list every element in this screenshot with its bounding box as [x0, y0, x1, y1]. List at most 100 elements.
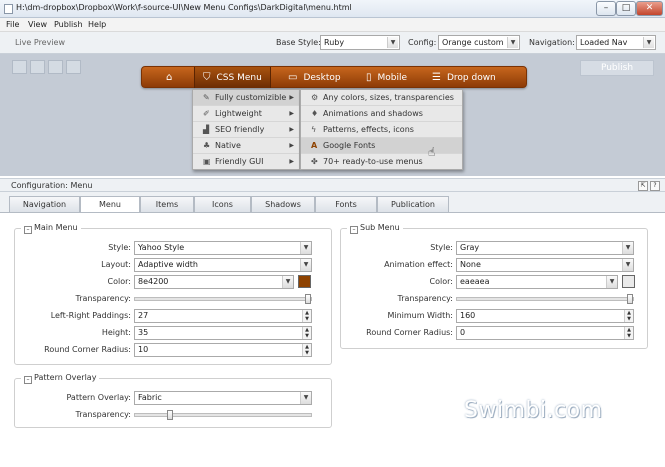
sub-color-label: Color: — [429, 277, 453, 286]
pattern-overlay-label: Pattern Overlay: — [66, 393, 131, 402]
config-header: Configuration: Menu ⇱ ? — [0, 178, 665, 192]
pattern-overlay-row: Pattern Overlay: — [15, 391, 131, 405]
config-select[interactable]: Orange custom ▼ — [438, 35, 520, 50]
swatch-button[interactable] — [48, 60, 63, 74]
swatch-button[interactable] — [66, 60, 81, 74]
pattern-transparency-slider[interactable] — [134, 410, 312, 420]
submenu-item[interactable]: ✐ Lightweight ▶ — [193, 106, 299, 122]
chevron-down-icon: ▼ — [622, 242, 633, 254]
minimize-button[interactable]: – — [596, 1, 616, 16]
submenu-item-label: Google Fonts — [323, 141, 376, 150]
stepper-icon[interactable]: ▲ ▼ — [624, 310, 633, 322]
maximize-button[interactable]: □ — [616, 1, 636, 16]
submenu-item[interactable]: ▟ SEO friendly ▶ — [193, 122, 299, 138]
main-transparency-row: Transparency: — [15, 292, 131, 306]
submenu-item[interactable]: ✎ Fully customizible ▶ — [193, 90, 299, 106]
main-transparency-slider[interactable] — [134, 294, 312, 304]
submenu-item[interactable]: ϟ Patterns, effects, icons — [301, 122, 462, 138]
main-menu-title: Main Menu — [34, 223, 78, 232]
sub-color-select[interactable]: eaeaea ▼ — [456, 275, 618, 289]
chevron-right-icon: ▶ — [289, 110, 294, 117]
menu-publish[interactable]: Publish — [54, 20, 83, 29]
menu-view[interactable]: View — [28, 20, 47, 29]
sub-radius-row: Round Corner Radius: — [341, 326, 453, 340]
menu-file[interactable]: File — [6, 20, 19, 29]
main-menu-group: – Main Menu Style: Yahoo Style ▼ Layout: A… — [14, 223, 332, 365]
main-radius-input[interactable]: 10 ▲ ▼ — [134, 343, 312, 357]
swimbi-watermark: Swimbi.com — [464, 398, 603, 423]
tab-shadows[interactable]: Shadows — [251, 196, 315, 212]
collapse-icon[interactable]: – — [350, 226, 358, 234]
base-style-select[interactable]: Ruby ▼ — [320, 35, 400, 50]
stepper-icon[interactable]: ▲ ▼ — [624, 327, 633, 339]
submenu-item[interactable]: A Google Fonts — [301, 138, 462, 154]
tab-menu[interactable]: Menu — [80, 196, 140, 213]
swatch-button[interactable] — [12, 60, 27, 74]
main-style-row: Style: — [15, 241, 131, 255]
stepper-icon[interactable]: ▲ ▼ — [302, 344, 311, 356]
tab-navigation[interactable]: Navigation — [9, 196, 80, 212]
slider-thumb[interactable] — [305, 294, 311, 304]
sub-color-swatch[interactable] — [622, 275, 635, 288]
main-paddings-label: Left-Right Paddings: — [50, 311, 131, 320]
detach-icon[interactable]: ⇱ — [638, 181, 648, 191]
nav-item-mobile[interactable]: ▯ Mobile — [366, 67, 407, 88]
slider-thumb[interactable] — [167, 410, 173, 420]
main-paddings-row: Left-Right Paddings: — [15, 309, 131, 323]
main-style-label: Style: — [108, 243, 131, 252]
submenu-item[interactable]: ♦ Animations and shadows — [301, 106, 462, 122]
nav-item-home[interactable]: ⌂ — [166, 67, 178, 88]
sub-min-width-input[interactable]: 160 ▲ ▼ — [456, 309, 634, 323]
pattern-overlay-select[interactable]: Fabric ▼ — [134, 391, 312, 405]
main-layout-select[interactable]: Adaptive width ▼ — [134, 258, 312, 272]
mobile-icon: ▯ — [366, 72, 372, 83]
collapse-icon[interactable]: – — [24, 226, 32, 234]
submenu-item[interactable]: ▣ Friendly GUI ▶ — [193, 154, 299, 170]
chevron-down-icon: ▼ — [300, 259, 311, 271]
sub-radius-input[interactable]: 0 ▲ ▼ — [456, 326, 634, 340]
nav-item-drop-down[interactable]: ☰ Drop down — [432, 67, 496, 88]
submenu-item-label: SEO friendly — [215, 125, 265, 134]
sub-animation-label: Animation effect: — [384, 260, 453, 269]
stepper-icon[interactable]: ▲ ▼ — [302, 310, 311, 322]
nav-item-css-menu[interactable]: ⛉ CSS Menu — [194, 67, 271, 88]
preview-nav-bar: ⌂ ⛉ CSS Menu ▭ Desktop ▯ Mobile ☰ Drop down — [141, 66, 527, 88]
sub-color-value: eaeaea — [460, 277, 490, 286]
main-height-input[interactable]: 35 ▲ ▼ — [134, 326, 312, 340]
submenu-item[interactable]: ✤ 70+ ready-to-use menus — [301, 154, 462, 170]
sub-transparency-slider[interactable] — [456, 294, 634, 304]
help-icon[interactable]: ? — [650, 181, 660, 191]
chevron-right-icon: ▶ — [289, 158, 294, 165]
close-button[interactable]: ✕ — [636, 1, 663, 16]
main-height-value: 35 — [138, 328, 149, 337]
tab-publication[interactable]: Publication — [377, 196, 449, 212]
main-radius-row: Round Corner Radius: — [15, 343, 131, 357]
nav-item-label: Mobile — [377, 73, 408, 83]
submenu-item-label: Friendly GUI — [215, 157, 264, 166]
nav-item-desktop[interactable]: ▭ Desktop — [288, 67, 341, 88]
navigation-select[interactable]: Loaded Nav ▼ — [576, 35, 656, 50]
tab-icons[interactable]: Icons — [194, 196, 251, 212]
publish-button[interactable]: Publish — [580, 60, 654, 76]
slider-thumb[interactable] — [627, 294, 633, 304]
sub-menu-group: – Sub Menu Style: Gray ▼ Animation effect:… — [340, 223, 648, 349]
sub-min-width-row: Minimum Width: — [341, 309, 453, 323]
submenu-item[interactable]: ♣ Native ▶ — [193, 138, 299, 154]
monitor-icon: ▭ — [288, 72, 298, 83]
hand-cursor-icon: ☝ — [428, 145, 436, 159]
submenu-item-label: Fully customizible — [215, 93, 287, 102]
main-paddings-input[interactable]: 27 ▲ ▼ — [134, 309, 312, 323]
sub-style-select[interactable]: Gray ▼ — [456, 241, 634, 255]
main-color-select[interactable]: 8e4200 ▼ — [134, 275, 294, 289]
sub-menu-title: Sub Menu — [360, 223, 400, 232]
menu-help[interactable]: Help — [88, 20, 106, 29]
tab-fonts[interactable]: Fonts — [315, 196, 377, 212]
swatch-button[interactable] — [30, 60, 45, 74]
main-style-select[interactable]: Yahoo Style ▼ — [134, 241, 312, 255]
collapse-icon[interactable]: – — [24, 376, 32, 384]
stepper-icon[interactable]: ▲ ▼ — [302, 327, 311, 339]
submenu-item[interactable]: ⚙ Any colors, sizes, transparencies — [301, 90, 462, 106]
tab-items[interactable]: Items — [140, 196, 194, 212]
sub-animation-select[interactable]: None ▼ — [456, 258, 634, 272]
main-color-swatch[interactable] — [298, 275, 311, 288]
